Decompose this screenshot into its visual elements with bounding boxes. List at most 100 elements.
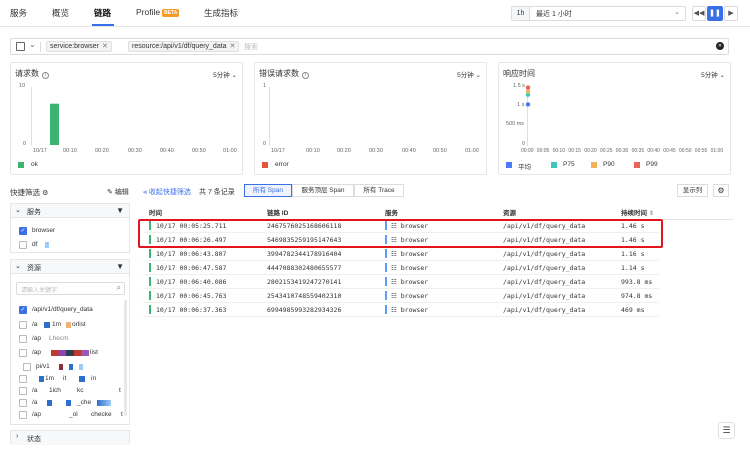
search-input[interactable]: 搜索 xyxy=(244,42,258,52)
col-time[interactable]: 时间 xyxy=(149,207,162,217)
x-tick: 10/17 xyxy=(33,148,47,154)
sort-icon[interactable]: ⇕ xyxy=(649,211,654,217)
cell-service: ☷ browser xyxy=(391,264,428,272)
filter-chip-service[interactable]: service:browser ✕ xyxy=(46,41,112,52)
redacted-block xyxy=(59,364,63,370)
cell-time: 10/17 00:06:43.807 xyxy=(156,250,227,258)
segment-all-spans[interactable]: 所有 Span xyxy=(244,184,292,197)
checkbox-df[interactable] xyxy=(19,241,27,249)
cell-service: ☷ browser xyxy=(391,250,428,258)
pause-icon[interactable]: ❚❚ xyxy=(707,6,723,21)
status-indicator xyxy=(149,305,151,314)
section-header[interactable]: › 状态 xyxy=(11,431,129,445)
tab-services[interactable]: 服务 xyxy=(10,7,27,19)
table-row[interactable]: 10/17 00:06:45.763 2543410748559402310 ☷… xyxy=(143,289,659,303)
option-fragment: 1m xyxy=(45,375,55,382)
legend-swatch-error xyxy=(262,162,268,168)
checkbox-resource[interactable] xyxy=(19,399,27,407)
menu-icon[interactable]: ☰ xyxy=(718,422,735,439)
filter-icon[interactable]: ▼ xyxy=(116,206,124,215)
x-tick: 00:10 xyxy=(552,148,566,154)
segment-all-traces[interactable]: 所有 Trace xyxy=(354,184,404,197)
edit-button[interactable]: ✎ 编辑 xyxy=(107,187,129,197)
col-trace-id[interactable]: 链路 ID xyxy=(267,207,288,217)
x-tick: 00:20 xyxy=(95,148,109,154)
x-tick: 00:50 xyxy=(192,148,206,154)
close-icon[interactable]: ✕ xyxy=(230,43,236,50)
x-tick: 00:20 xyxy=(337,148,351,154)
checkbox-resource[interactable] xyxy=(19,411,27,419)
scrollbar[interactable] xyxy=(124,300,127,416)
table-row[interactable]: 10/17 00:06:43.807 3994782344178916404 ☷… xyxy=(143,247,659,261)
segment-top-level-spans[interactable]: 服务顶层 Span xyxy=(292,184,354,197)
cell-trace-id: 4447088302480655577 xyxy=(267,264,342,272)
option-fragment: orlist xyxy=(72,321,86,328)
section-header[interactable]: ⌄ 服务 ▼ xyxy=(11,204,129,218)
tab-generate-metrics[interactable]: 生成指标 xyxy=(204,7,238,19)
filter-chip-resource[interactable]: resource:/api/v1/df/query_data ✕ xyxy=(128,41,240,52)
resource-search-input[interactable]: 请输入关键字 ⌕ xyxy=(16,282,125,295)
tab-overview[interactable]: 概览 xyxy=(52,7,69,19)
point-P99[interactable] xyxy=(525,85,531,90)
rewind-icon[interactable]: ◀◀ xyxy=(692,6,706,21)
bar-10/17 00:05[interactable] xyxy=(50,103,59,145)
checkbox-resource[interactable] xyxy=(23,363,31,371)
redacted-block xyxy=(69,364,73,370)
cell-time: 10/17 00:06:37.363 xyxy=(156,306,227,314)
edit-icon: ✎ xyxy=(107,189,113,196)
service-name: browser xyxy=(400,264,429,272)
x-tick: 00:30 xyxy=(128,148,142,154)
point-平均[interactable] xyxy=(525,102,531,107)
filter-mode-icon[interactable] xyxy=(16,42,25,51)
display-columns-button[interactable]: 显示列 xyxy=(677,184,708,197)
gear-icon[interactable]: ⚙ xyxy=(713,184,729,197)
point-P90[interactable] xyxy=(525,89,531,94)
table-row[interactable]: 10/17 00:06:40.086 2802153419247270141 ☷… xyxy=(143,275,659,289)
legend-label: ok xyxy=(31,161,38,168)
time-quick-option[interactable]: 1h xyxy=(512,7,530,20)
cell-trace-id: 2802153419247270141 xyxy=(267,278,342,286)
cell-trace-id: 2543410748559402310 xyxy=(267,292,342,300)
section-header[interactable]: ⌄ 资源 ▼ xyxy=(11,260,129,274)
service-icon: ☷ xyxy=(391,264,397,272)
time-range-picker[interactable]: 1h 最近 1 小时 ⌄ xyxy=(511,6,686,21)
requests-plot xyxy=(50,103,59,145)
col-resource[interactable]: 资源 xyxy=(503,207,516,217)
table-row[interactable]: 10/17 00:06:47.587 4447088302480655577 ☷… xyxy=(143,261,659,275)
x-tick: 01:00 xyxy=(465,148,479,154)
chevron-down-icon[interactable]: ⌄ xyxy=(29,40,36,49)
checkbox-resource[interactable] xyxy=(19,387,27,395)
option-label: /a xyxy=(32,321,38,328)
service-color-bar xyxy=(385,249,387,258)
cell-time: 10/17 00:06:40.086 xyxy=(156,278,227,286)
option-label: /a xyxy=(32,399,38,406)
checkbox-resource[interactable] xyxy=(19,321,27,329)
x-tick: 00:45 xyxy=(663,148,676,154)
table-row[interactable]: 10/17 00:06:37.363 6994985993282934326 ☷… xyxy=(143,303,659,317)
service-icon: ☷ xyxy=(391,292,397,300)
checkbox-browser[interactable]: ✓ xyxy=(19,227,27,235)
search-filter-bar[interactable]: ⌄ service:browser ✕ resource:/api/v1/df/q… xyxy=(10,38,729,55)
gear-icon[interactable]: ⚙ xyxy=(42,190,48,197)
cell-resource: /api/v1/df/query_data xyxy=(503,292,586,300)
filter-icon[interactable]: ▼ xyxy=(116,262,124,271)
checkbox-resource[interactable] xyxy=(19,335,27,343)
option-fragment: it xyxy=(63,375,67,382)
chevron-down-icon: ⌄ xyxy=(15,263,21,270)
clear-icon[interactable]: ✕ xyxy=(716,42,724,50)
checkbox-resource[interactable]: ✓ xyxy=(19,306,27,314)
x-tick: 01:00 xyxy=(710,148,724,154)
tab-profile[interactable]: Profile BETA xyxy=(136,7,180,17)
option-fragment: t xyxy=(119,387,121,394)
x-tick: 10/17 xyxy=(271,148,285,154)
forward-icon[interactable]: ▶ xyxy=(724,6,738,21)
close-icon[interactable]: ✕ xyxy=(102,43,108,50)
checkbox-resource[interactable] xyxy=(19,349,27,357)
col-duration[interactable]: 持续时间 ⇕ xyxy=(621,207,654,217)
status-indicator xyxy=(149,277,151,286)
tab-traces[interactable]: 链路 xyxy=(94,7,111,19)
search-icon: ⌕ xyxy=(116,283,121,292)
checkbox-resource[interactable] xyxy=(19,375,27,383)
col-service[interactable]: 服务 xyxy=(385,207,398,217)
collapse-quick-filter-button[interactable]: ⫷ 收起快捷筛选 xyxy=(143,187,191,197)
